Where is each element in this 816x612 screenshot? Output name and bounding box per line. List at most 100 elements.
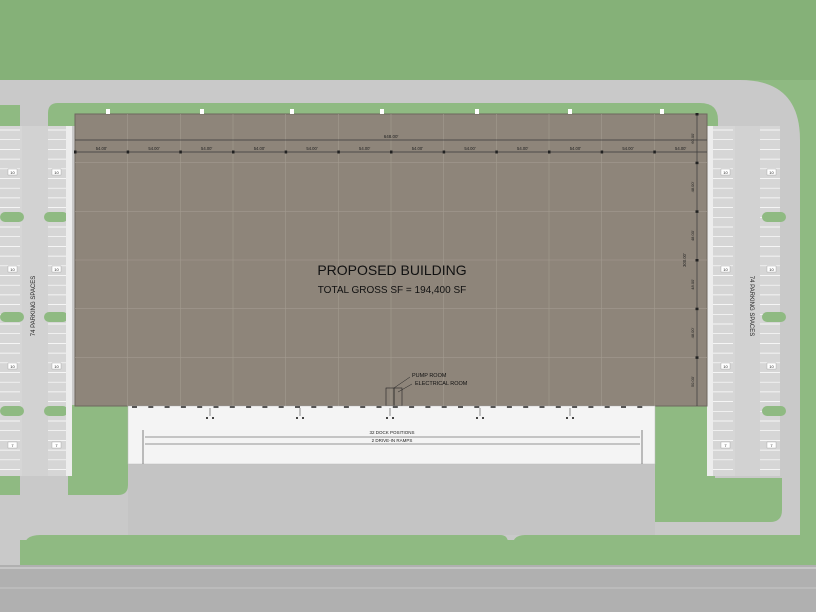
bay-width-label: 54.00' [96, 146, 107, 151]
bay-width-label: 54.00' [675, 146, 686, 151]
dock-door [588, 406, 594, 408]
site-plan: 648.00' 54.00' 54.00' 54.00' 54.00' 54.00' 54… [0, 0, 816, 612]
depth-tick [695, 259, 699, 262]
dock-door [604, 406, 610, 408]
dock-door [180, 406, 186, 408]
dock-door [213, 406, 219, 408]
row-count-w5: 10 [10, 364, 15, 369]
bay-tick [337, 150, 340, 154]
dock-door [555, 406, 561, 408]
dock-leveler [476, 417, 478, 419]
bay-tick [390, 150, 393, 154]
row-count-e6: 10 [769, 364, 774, 369]
bay-width-label: 54.00' [622, 146, 633, 151]
bay-width-label: 54.00' [570, 146, 581, 151]
sidewalk-east [707, 126, 713, 476]
depth-tick [695, 113, 699, 116]
dock-door [246, 406, 252, 408]
gross-area-label: TOTAL GROSS SF = 194,400 SF [318, 285, 467, 296]
sidewalk-west [66, 126, 72, 476]
building-title: PROPOSED BUILDING [317, 262, 466, 278]
dock-leveler [572, 417, 574, 419]
west-parking-label: 74 PARKING SPACES [31, 276, 37, 336]
bay-tick [126, 150, 130, 154]
bay-width-label: 54.00' [306, 146, 317, 151]
bay-width-label: 54.00' [254, 146, 265, 151]
overall-width-label: 648.00' [384, 134, 399, 139]
bay-depth-label: 60.00' [690, 133, 695, 144]
bay-tick [74, 150, 77, 154]
row-count-e2: 10 [769, 170, 774, 175]
east-parking [713, 126, 780, 476]
bay-width-label: 54.00' [517, 146, 528, 151]
bay-depth-label: 50.00' [690, 376, 695, 387]
bay-tick [600, 150, 604, 154]
bay-tick [284, 150, 288, 154]
bay-width-label: 54.00' [464, 146, 475, 151]
bay-tick [179, 150, 182, 154]
dock-leveler [296, 417, 298, 419]
dock-leveler [566, 417, 568, 419]
bay-depth-label: 48.00' [690, 230, 695, 241]
dock-leveler [482, 417, 484, 419]
grass-north-strip [0, 0, 816, 80]
bay-tick [495, 150, 498, 154]
dock-door [441, 406, 447, 408]
dock-door [572, 406, 578, 408]
row-count-e1: 10 [723, 170, 728, 175]
bay-tick [442, 150, 446, 154]
electrical-room-label: ELECTRICAL ROOM [415, 381, 468, 387]
dock-door [197, 406, 203, 408]
dock-leveler [386, 417, 388, 419]
depth-tick [695, 356, 699, 359]
dock-door [409, 406, 415, 408]
dock-leveler [302, 417, 304, 419]
dock-door [327, 406, 333, 408]
grass-island-south-right [512, 535, 800, 565]
row-count-w3: 10 [10, 267, 15, 272]
dock-door [621, 406, 626, 408]
dock-door [278, 406, 284, 408]
row-count-w4: 10 [54, 267, 59, 272]
row-count-e3: 10 [723, 267, 728, 272]
dock-apron [127, 405, 656, 465]
drive-in-ramps-label: 2 DRIVE-IN RAMPS [372, 438, 413, 443]
bay-tick [232, 150, 235, 154]
bay-tick [653, 150, 656, 154]
bay-width-label: 54.00' [412, 146, 423, 151]
row-count-e5: 10 [723, 364, 728, 369]
bay-width-label: 54.00' [148, 146, 159, 151]
dock-door [637, 406, 643, 408]
depth-tick [695, 307, 699, 311]
dock-door [458, 406, 463, 408]
dock-door [132, 406, 137, 408]
dock-door [392, 406, 398, 408]
pump-room-label: PUMP ROOM [412, 373, 447, 379]
bay-depth-label: 48.00' [690, 327, 695, 338]
dock-door [506, 406, 512, 408]
depth-tick [695, 210, 699, 213]
bay-depth-label: 48.00' [690, 181, 695, 192]
dock-leveler [212, 417, 214, 419]
dock-door [376, 406, 382, 408]
depth-tick [695, 161, 699, 165]
grass-island-south-left [24, 535, 508, 565]
row-count-w6: 10 [54, 364, 59, 369]
dock-door [262, 406, 268, 408]
row-count-w1: 10 [10, 170, 15, 175]
bay-width-label: 54.00' [201, 146, 212, 151]
row-count-e4: 10 [769, 267, 774, 272]
dock-leveler [392, 417, 394, 419]
dock-positions-label: 32 DOCK POSITIONS [369, 430, 414, 435]
dock-door [425, 406, 431, 408]
overall-depth-label: 300.00' [682, 253, 687, 267]
bay-depth-label: 48.00' [690, 279, 695, 290]
driveway-west [0, 495, 20, 565]
dock-door [539, 406, 545, 408]
dock-door [164, 406, 170, 408]
dock-door [523, 406, 529, 408]
dock-door [360, 406, 366, 408]
east-parking-label: 74 PARKING SPACES [748, 276, 754, 336]
dock-door [343, 406, 349, 408]
row-count-w2: 10 [54, 170, 59, 175]
